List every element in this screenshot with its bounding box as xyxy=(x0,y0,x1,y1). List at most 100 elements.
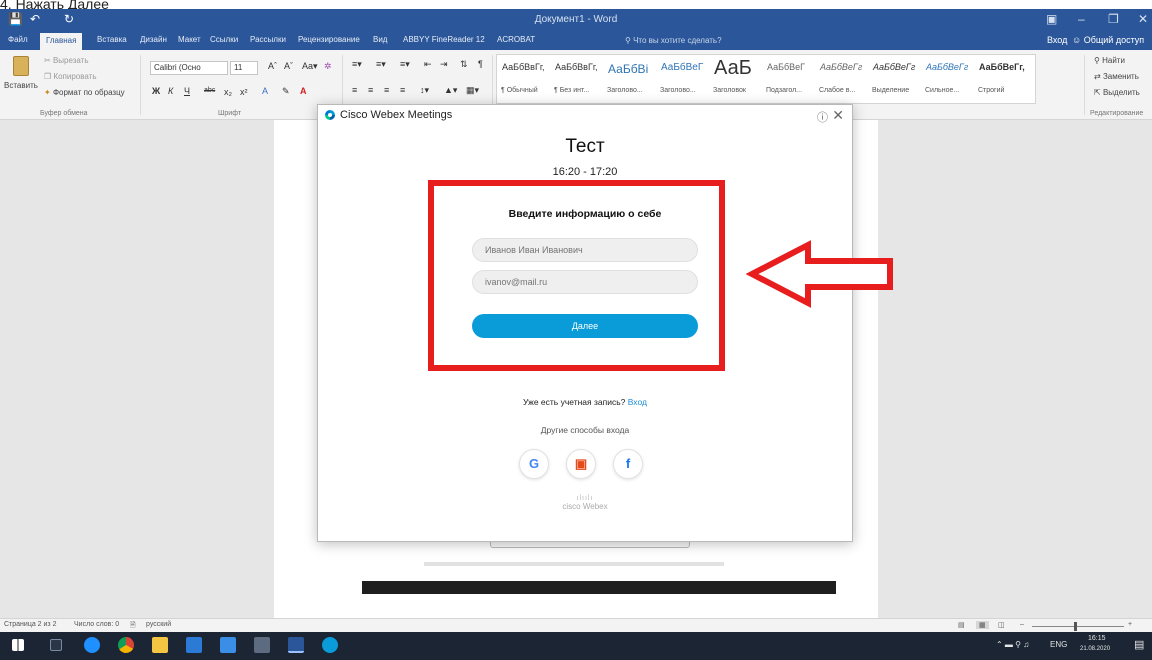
edge-icon[interactable] xyxy=(84,637,100,653)
screenshot: 4. Нажать Далее 💾 ↶ ↻ Документ1 - Word ▣… xyxy=(0,0,1152,660)
style-item[interactable]: АаБбВвГг, ¶ Обычный xyxy=(499,59,552,99)
webex-taskbar-icon[interactable] xyxy=(322,637,338,653)
tab-references[interactable]: Ссылки xyxy=(210,35,238,44)
word-icon[interactable] xyxy=(288,637,304,653)
sign-in-link[interactable]: Вход xyxy=(628,397,647,407)
close-window-icon[interactable]: ✕ xyxy=(1138,12,1148,26)
style-sample: АаБбВі xyxy=(608,62,649,76)
bullets-icon[interactable]: ≡▾ xyxy=(352,59,362,70)
web-layout-icon[interactable]: ◫ xyxy=(998,621,1005,629)
shading-icon[interactable]: ▲▾ xyxy=(444,85,457,96)
justify-icon[interactable]: ≡ xyxy=(400,85,405,95)
tab-abbyy[interactable]: ABBYY FineReader 12 xyxy=(403,35,485,44)
mail-icon[interactable] xyxy=(220,637,236,653)
tray-icons[interactable]: ⌃ ▬ ⚲ ♫ xyxy=(996,640,1029,649)
share-button[interactable]: ☺ Общий доступ xyxy=(1072,35,1144,45)
align-right-icon[interactable]: ≡ xyxy=(384,85,389,95)
shrink-font-icon[interactable]: Aˇ xyxy=(284,61,293,71)
align-center-icon[interactable]: ≡ xyxy=(368,85,373,95)
chrome-icon[interactable] xyxy=(118,637,134,653)
google-sign-in-icon[interactable]: G xyxy=(519,449,549,479)
change-case-icon[interactable]: Aa▾ xyxy=(302,61,318,72)
tab-design[interactable]: Дизайн xyxy=(140,35,167,44)
strikethrough-icon[interactable]: abc xyxy=(204,87,215,94)
italic-icon[interactable]: К xyxy=(168,86,173,96)
style-name: Строгий xyxy=(978,87,1005,94)
align-left-icon[interactable]: ≡ xyxy=(352,85,357,95)
underline-icon[interactable]: Ч xyxy=(184,86,190,96)
task-view-icon[interactable] xyxy=(50,639,62,651)
restore-icon[interactable]: ❐ xyxy=(1108,12,1119,26)
facebook-sign-in-icon[interactable]: f xyxy=(613,449,643,479)
format-painter-button[interactable]: ✦ Формат по образцу xyxy=(44,88,125,97)
word-count[interactable]: Число слов: 0 xyxy=(74,621,119,628)
clear-format-icon[interactable]: ✲ xyxy=(324,61,332,72)
print-layout-icon[interactable]: ▦ xyxy=(976,621,989,629)
tab-review[interactable]: Рецензирование xyxy=(298,35,360,44)
decrease-indent-icon[interactable]: ⇤ xyxy=(424,59,432,70)
line-spacing-icon[interactable]: ↕▾ xyxy=(420,85,429,96)
office-sign-in-icon[interactable]: ▣ xyxy=(566,449,596,479)
style-item[interactable]: АаБбВеГг, Строгий xyxy=(976,59,1029,99)
style-item[interactable]: АаБбВеГг Слабое в... xyxy=(817,59,870,99)
find-button[interactable]: ⚲ Найти xyxy=(1094,56,1125,65)
zoom-slider[interactable] xyxy=(1032,626,1124,627)
help-icon[interactable]: ⓘ xyxy=(817,109,828,125)
numbering-icon[interactable]: ≡▾ xyxy=(376,59,386,70)
cut-button[interactable]: ✂ Вырезать xyxy=(44,56,89,65)
tab-file[interactable]: Файл xyxy=(8,35,28,44)
grow-font-icon[interactable]: Aˆ xyxy=(268,61,277,71)
tell-me-search[interactable]: ⚲ Что вы хотите сделать? xyxy=(625,36,722,45)
pilcrow-icon[interactable]: ¶ xyxy=(478,59,483,69)
borders-icon[interactable]: ▦▾ xyxy=(466,85,479,96)
style-item[interactable]: АаБ Заголовок xyxy=(711,57,764,99)
file-explorer-icon[interactable] xyxy=(152,637,168,653)
style-name: Сильное... xyxy=(925,87,960,94)
page-counter[interactable]: Страница 2 из 2 xyxy=(4,621,56,628)
zoom-out-icon[interactable]: – xyxy=(1020,621,1024,628)
language-indicator[interactable]: русский xyxy=(146,621,171,628)
notifications-icon[interactable]: ▤ xyxy=(1134,638,1144,651)
style-item[interactable]: АаБбВеГг Сильное... xyxy=(923,59,976,99)
tab-acrobat[interactable]: ACROBAT xyxy=(497,35,535,44)
increase-indent-icon[interactable]: ⇥ xyxy=(440,59,448,70)
style-item[interactable]: АаБбВеГ Заголово... xyxy=(658,59,711,99)
font-name-select[interactable]: Calibri (Осно xyxy=(150,61,228,75)
copy-button[interactable]: ❐ Копировать xyxy=(44,72,96,81)
input-language[interactable]: ENG xyxy=(1050,640,1067,649)
font-color-icon[interactable]: A xyxy=(300,86,307,96)
style-item[interactable]: АаБбВвГг, ¶ Без инт... xyxy=(552,59,605,99)
app-icon[interactable] xyxy=(254,637,270,653)
text-effects-icon[interactable]: A xyxy=(262,86,268,96)
store-icon[interactable] xyxy=(186,637,202,653)
tab-layout[interactable]: Макет xyxy=(178,35,201,44)
zoom-in-icon[interactable]: + xyxy=(1128,621,1132,628)
subscript-icon[interactable]: x₂ xyxy=(224,87,232,97)
font-size-select[interactable]: 11 xyxy=(230,61,258,75)
bold-icon[interactable]: Ж xyxy=(152,86,160,96)
read-mode-icon[interactable]: ▤ xyxy=(958,621,965,629)
close-icon[interactable]: ✕ xyxy=(832,107,844,124)
windows-start-icon[interactable] xyxy=(12,639,24,651)
tab-mailings[interactable]: Рассылки xyxy=(250,35,286,44)
minimize-icon[interactable]: – xyxy=(1078,12,1085,26)
select-button[interactable]: ⇱ Выделить xyxy=(1094,88,1140,97)
sign-in-link[interactable]: Вход xyxy=(1047,35,1067,45)
zoom-thumb[interactable] xyxy=(1074,622,1077,631)
clock-date[interactable]: 21.08.2020 xyxy=(1080,646,1110,652)
ribbon-display-icon[interactable]: ▣ xyxy=(1046,12,1057,26)
tab-insert[interactable]: Вставка xyxy=(97,35,127,44)
paste-button[interactable]: Вставить xyxy=(4,56,38,96)
highlight-icon[interactable]: ✎ xyxy=(282,86,290,97)
superscript-icon[interactable]: x² xyxy=(240,87,248,97)
proofing-icon[interactable]: 🗎 xyxy=(130,621,136,632)
multilevel-list-icon[interactable]: ≡▾ xyxy=(400,59,410,70)
tab-home[interactable]: Главная xyxy=(40,33,83,50)
style-item[interactable]: АаБбВеГг Выделение xyxy=(870,59,923,99)
tab-view[interactable]: Вид xyxy=(373,35,387,44)
style-item[interactable]: АаБбВі Заголово... xyxy=(605,59,658,99)
style-item[interactable]: АаБбВеГ Подзагол... xyxy=(764,59,817,99)
replace-button[interactable]: ⇄ Заменить xyxy=(1094,72,1139,81)
sort-icon[interactable]: ⇅ xyxy=(460,59,468,70)
clock-time[interactable]: 16:15 xyxy=(1088,635,1106,642)
